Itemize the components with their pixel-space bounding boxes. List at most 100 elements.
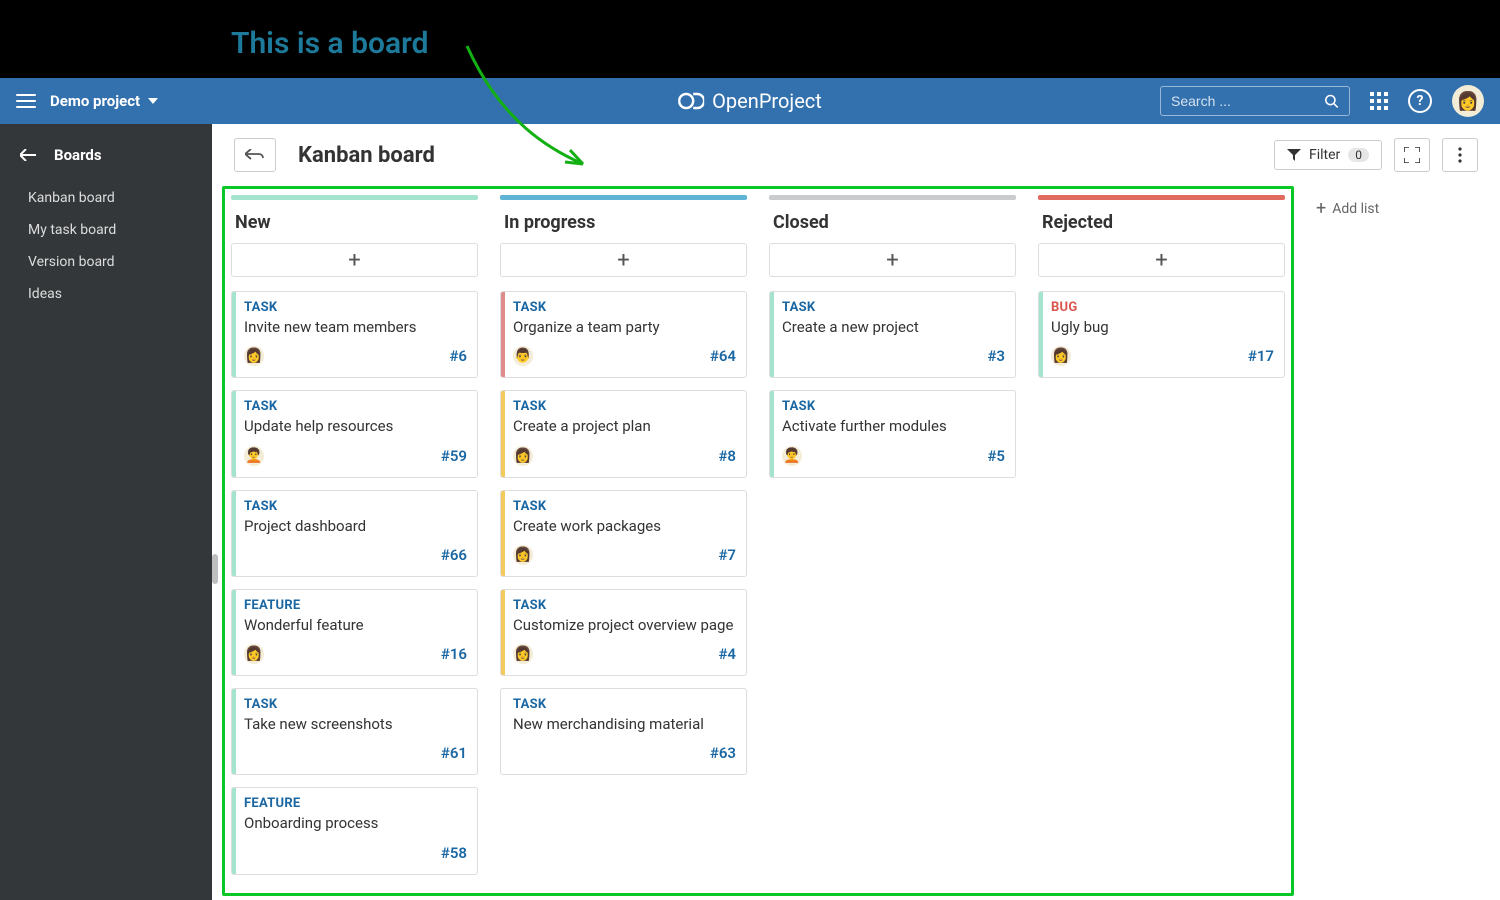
- card[interactable]: TASKCustomize project overview page👩#4: [500, 589, 747, 676]
- filter-count-badge: 0: [1348, 148, 1369, 162]
- board: New+TASKInvite new team members👩#6TASKUp…: [222, 186, 1294, 896]
- openproject-logo-icon: [678, 90, 704, 112]
- sidebar-title: Boards: [54, 146, 102, 164]
- card-title: Ugly bug: [1051, 317, 1274, 337]
- card[interactable]: TASK Create a project plan 👩 #8: [500, 390, 747, 477]
- card[interactable]: TASKProject dashboard#66: [231, 490, 478, 577]
- annotation-strip: This is a board: [0, 0, 1500, 78]
- project-selector[interactable]: Demo project: [50, 92, 158, 110]
- card[interactable]: FEATUREWonderful feature👩#16: [231, 589, 478, 676]
- card[interactable]: TASKCreate work packages👩#7: [500, 490, 747, 577]
- brand-label: OpenProject: [712, 89, 822, 113]
- fullscreen-button[interactable]: [1394, 138, 1430, 172]
- card-id: #16: [441, 645, 467, 663]
- card-title: Take new screenshots: [244, 714, 467, 734]
- card-type: TASK: [513, 598, 736, 613]
- help-icon[interactable]: ?: [1408, 89, 1432, 113]
- sidebar-item[interactable]: Ideas: [0, 278, 212, 310]
- board-header: Kanban board Filter 0: [212, 124, 1500, 186]
- card-type: TASK: [244, 399, 467, 414]
- column-title: Closed: [769, 200, 1016, 243]
- card-type: FEATURE: [244, 796, 467, 811]
- card[interactable]: TASK Take new screenshots #61: [231, 688, 478, 775]
- search-box[interactable]: [1160, 86, 1350, 116]
- annotation-text: This is a board: [231, 26, 428, 61]
- card-id: #4: [718, 645, 736, 663]
- card-type: TASK: [782, 399, 1005, 414]
- card-title: Activate further modules: [782, 416, 1005, 436]
- add-card-button[interactable]: +: [769, 243, 1016, 277]
- add-card-button[interactable]: +: [1038, 243, 1285, 277]
- column-title: Rejected: [1038, 200, 1285, 243]
- card-type: TASK: [244, 697, 467, 712]
- chevron-down-icon: [148, 98, 158, 104]
- card-id: #8: [718, 447, 736, 465]
- card[interactable]: TASK New merchandising material #63: [500, 688, 747, 775]
- card-title: New merchandising material: [513, 714, 736, 734]
- card[interactable]: TASKCreate a new project#3: [769, 291, 1016, 378]
- add-list-button[interactable]: + Add list: [1316, 186, 1379, 219]
- sidebar-item[interactable]: Kanban board: [0, 182, 212, 214]
- sidebar-item[interactable]: Version board: [0, 246, 212, 278]
- page-title: Kanban board: [298, 143, 435, 168]
- filter-button[interactable]: Filter 0: [1274, 140, 1382, 170]
- sidebar-back[interactable]: Boards: [0, 138, 212, 172]
- column-title: New: [231, 200, 478, 243]
- card-type: BUG: [1051, 300, 1274, 315]
- assignee-avatar: 👩: [1051, 346, 1071, 366]
- card-type: TASK: [782, 300, 1005, 315]
- card[interactable]: TASKInvite new team members👩#6: [231, 291, 478, 378]
- assignee-avatar: 👨: [513, 346, 533, 366]
- search-input[interactable]: [1171, 93, 1324, 109]
- back-button[interactable]: [234, 138, 276, 172]
- board-column: Rejected+ BUG Ugly bug 👩 #17: [1038, 195, 1285, 390]
- card-type: TASK: [513, 399, 736, 414]
- assignee-avatar: 👩: [513, 545, 533, 565]
- card-title: Create a project plan: [513, 416, 736, 436]
- topbar: Demo project OpenProject ? 👩: [0, 78, 1500, 124]
- card-id: #7: [718, 546, 736, 564]
- sidebar: Boards Kanban boardMy task boardVersion …: [0, 124, 212, 900]
- card-type: TASK: [244, 499, 467, 514]
- card-type: TASK: [513, 697, 736, 712]
- add-card-button[interactable]: +: [500, 243, 747, 277]
- reply-arrow-icon: [245, 149, 265, 161]
- assignee-avatar: 👩: [244, 346, 264, 366]
- board-column: Closed+TASKCreate a new project#3TASKAct…: [769, 195, 1016, 490]
- card-id: #59: [441, 447, 467, 465]
- plus-icon: +: [1316, 198, 1326, 219]
- filter-label: Filter: [1309, 147, 1340, 163]
- column-title: In progress: [500, 200, 747, 243]
- card[interactable]: TASKUpdate help resources🧑‍🦱#59: [231, 390, 478, 477]
- kebab-icon: [1458, 147, 1462, 163]
- card-title: Update help resources: [244, 416, 467, 436]
- card-id: #63: [710, 744, 736, 762]
- card[interactable]: TASKOrganize a team party👨#64: [500, 291, 747, 378]
- assignee-avatar: 🧑‍🦱: [782, 446, 802, 466]
- more-button[interactable]: [1442, 138, 1478, 172]
- assignee-avatar: 👩: [513, 446, 533, 466]
- apps-icon[interactable]: [1370, 92, 1388, 110]
- add-card-button[interactable]: +: [231, 243, 478, 277]
- card-title: Organize a team party: [513, 317, 736, 337]
- sidebar-item[interactable]: My task board: [0, 214, 212, 246]
- workspace: Boards Kanban boardMy task boardVersion …: [0, 124, 1500, 900]
- card-title: Customize project overview page: [513, 615, 736, 635]
- scrollbar-thumb[interactable]: [212, 554, 218, 584]
- project-name-label: Demo project: [50, 92, 140, 110]
- assignee-avatar: 👩: [244, 644, 264, 664]
- card[interactable]: BUG Ugly bug 👩 #17: [1038, 291, 1285, 378]
- user-avatar[interactable]: 👩: [1452, 85, 1484, 117]
- card-id: #66: [441, 546, 467, 564]
- card[interactable]: FEATUREOnboarding process#58: [231, 787, 478, 874]
- card-title: Onboarding process: [244, 813, 467, 833]
- search-icon: [1324, 93, 1339, 109]
- card[interactable]: TASKActivate further modules🧑‍🦱#5: [769, 390, 1016, 477]
- card-id: #61: [441, 744, 467, 762]
- board-column: In progress+ TASK Organize a team party 👨 #6…: [500, 195, 747, 787]
- card-type: TASK: [513, 499, 736, 514]
- menu-icon[interactable]: [16, 94, 36, 108]
- card-id: #3: [987, 347, 1005, 365]
- brand: OpenProject: [678, 89, 822, 113]
- card-id: #17: [1248, 347, 1274, 365]
